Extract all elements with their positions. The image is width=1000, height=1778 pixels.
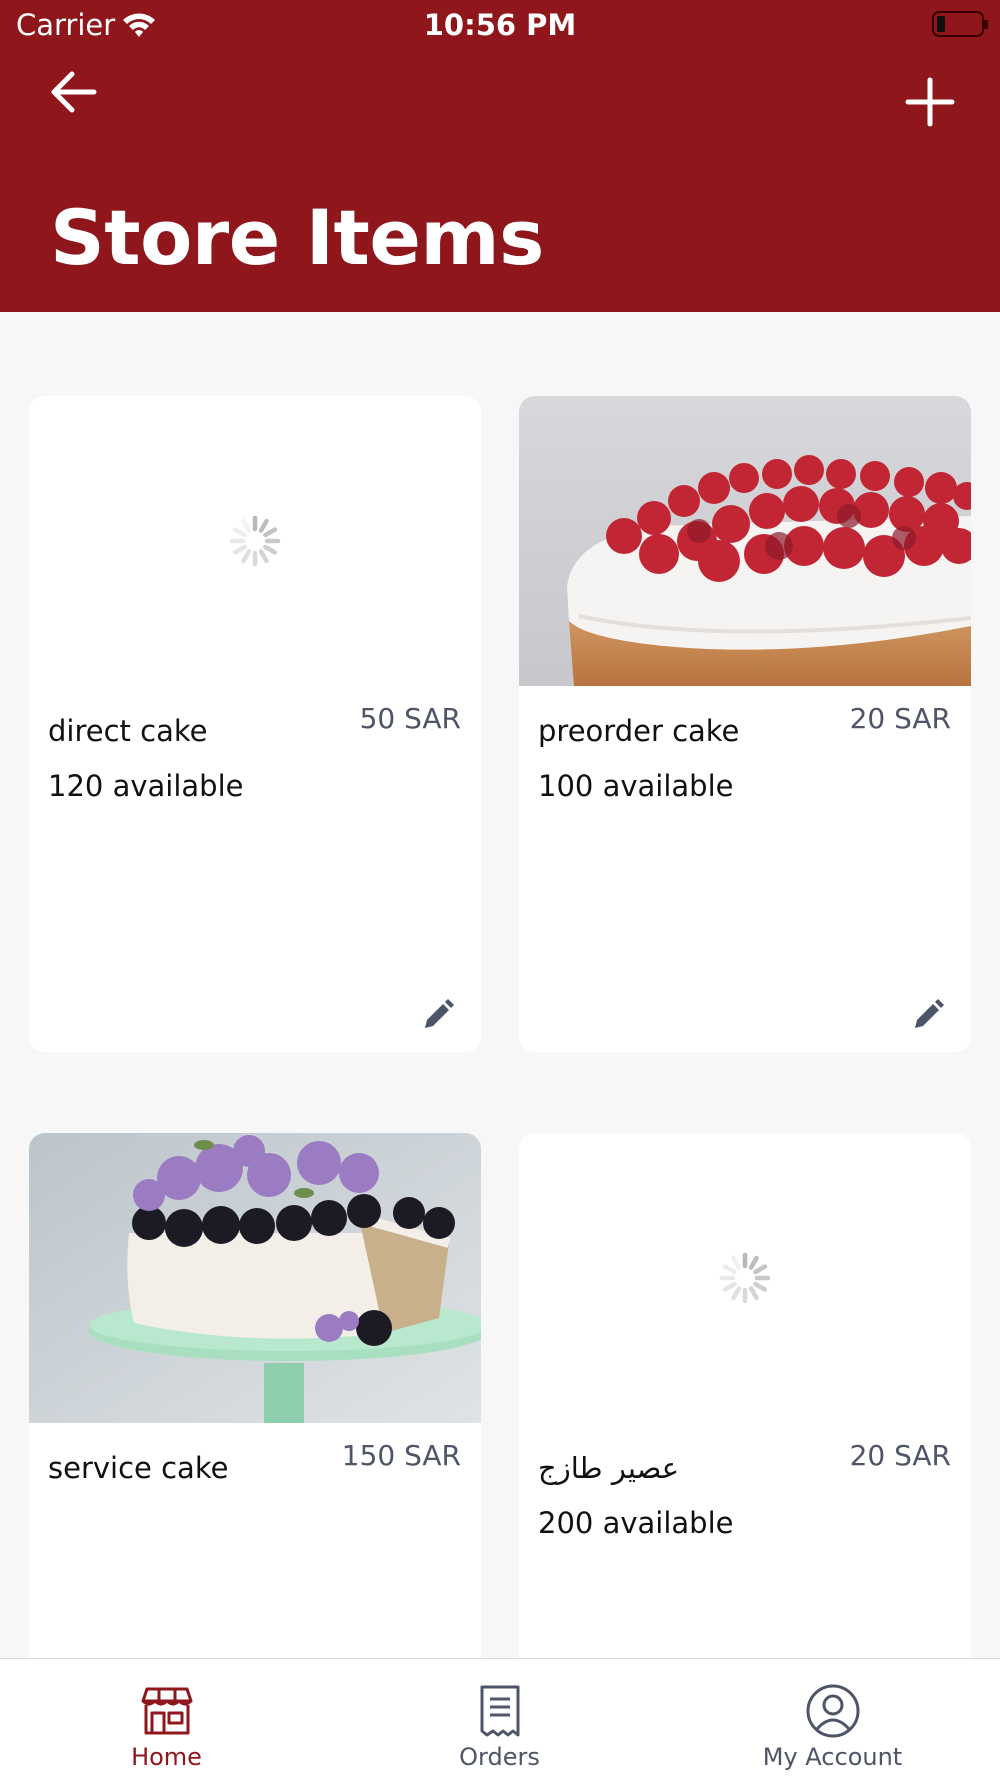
add-item-plus-icon[interactable] xyxy=(902,74,958,130)
receipt-icon xyxy=(480,1685,519,1737)
item-name: service cake xyxy=(48,1451,229,1485)
page-title: Store Items xyxy=(50,193,544,282)
item-name: preorder cake xyxy=(538,714,740,748)
item-stock: 200 available xyxy=(538,1506,734,1540)
item-name: عصير طازج xyxy=(538,1451,680,1485)
loading-spinner-icon xyxy=(719,1252,771,1304)
app-header: Carrier 10:56 PM Store Items xyxy=(0,0,1000,312)
edit-pencil-icon[interactable] xyxy=(421,998,455,1032)
item-price: 50 SAR xyxy=(359,702,461,735)
tab-label: Orders xyxy=(459,1743,540,1771)
bottom-tab-bar: Home Orders My Account xyxy=(0,1658,1000,1778)
item-price: 20 SAR xyxy=(849,702,951,735)
back-arrow-icon[interactable] xyxy=(46,66,102,118)
tab-my-account[interactable]: My Account xyxy=(666,1659,999,1778)
storefront-icon xyxy=(141,1687,192,1735)
tab-home[interactable]: Home xyxy=(0,1659,333,1778)
loading-spinner-icon xyxy=(229,515,281,567)
tab-label: My Account xyxy=(762,1743,903,1771)
item-stock: 120 available xyxy=(48,769,244,803)
user-circle-icon xyxy=(806,1684,859,1738)
item-card[interactable]: service cake 150 SAR xyxy=(29,1133,481,1673)
item-name: direct cake xyxy=(48,714,208,748)
battery-icon xyxy=(932,11,988,37)
item-stock: 100 available xyxy=(538,769,734,803)
item-card[interactable]: preorder cake 20 SAR 100 available xyxy=(519,396,971,1052)
status-bar: Carrier 10:56 PM xyxy=(0,0,1000,50)
item-price: 150 SAR xyxy=(341,1439,461,1472)
tab-label: Home xyxy=(131,1743,202,1771)
tab-orders[interactable]: Orders xyxy=(333,1659,666,1778)
edit-pencil-icon[interactable] xyxy=(911,998,945,1032)
item-image-raspberry-cake xyxy=(519,396,971,686)
item-card[interactable]: عصير طازج 20 SAR 200 available xyxy=(519,1133,971,1673)
status-time: 10:56 PM xyxy=(423,8,577,42)
item-image-blackberry-cake xyxy=(29,1133,481,1423)
item-price: 20 SAR xyxy=(849,1439,951,1472)
item-card[interactable]: direct cake 50 SAR 120 available xyxy=(29,396,481,1052)
